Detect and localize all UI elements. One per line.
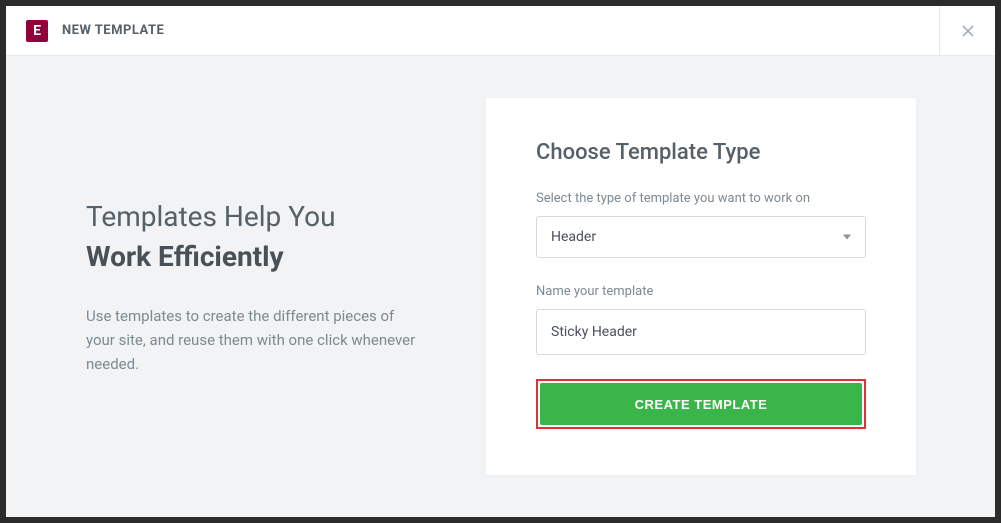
headline-line1: Templates Help You — [86, 197, 446, 236]
select-value: Header — [551, 229, 596, 245]
form-title: Choose Template Type — [536, 140, 866, 165]
create-button-label: CREATE TEMPLATE — [635, 397, 768, 412]
logo-letter: E — [33, 23, 41, 39]
name-field-label: Name your template — [536, 284, 866, 299]
chevron-down-icon — [843, 235, 851, 240]
template-name-input[interactable] — [536, 309, 866, 355]
modal-frame: E NEW TEMPLATE Templates Help You Work E… — [6, 6, 995, 517]
headline: Templates Help You Work Efficiently — [86, 197, 446, 275]
template-type-select[interactable]: Header — [536, 216, 866, 258]
create-button-highlight: CREATE TEMPLATE — [536, 379, 866, 429]
modal-header: E NEW TEMPLATE — [6, 6, 995, 56]
type-field-label: Select the type of template you want to … — [536, 191, 866, 206]
headline-line2: Work Efficiently — [86, 237, 446, 276]
intro-panel: Templates Help You Work Efficiently Use … — [6, 197, 486, 375]
intro-subtext: Use templates to create the different pi… — [86, 304, 426, 376]
elementor-logo: E — [26, 20, 48, 42]
modal-title: NEW TEMPLATE — [62, 23, 164, 38]
create-template-button[interactable]: CREATE TEMPLATE — [540, 383, 862, 425]
close-button[interactable] — [939, 6, 995, 56]
close-icon — [960, 23, 976, 39]
modal-body: Templates Help You Work Efficiently Use … — [6, 56, 995, 517]
form-card: Choose Template Type Select the type of … — [486, 98, 916, 475]
